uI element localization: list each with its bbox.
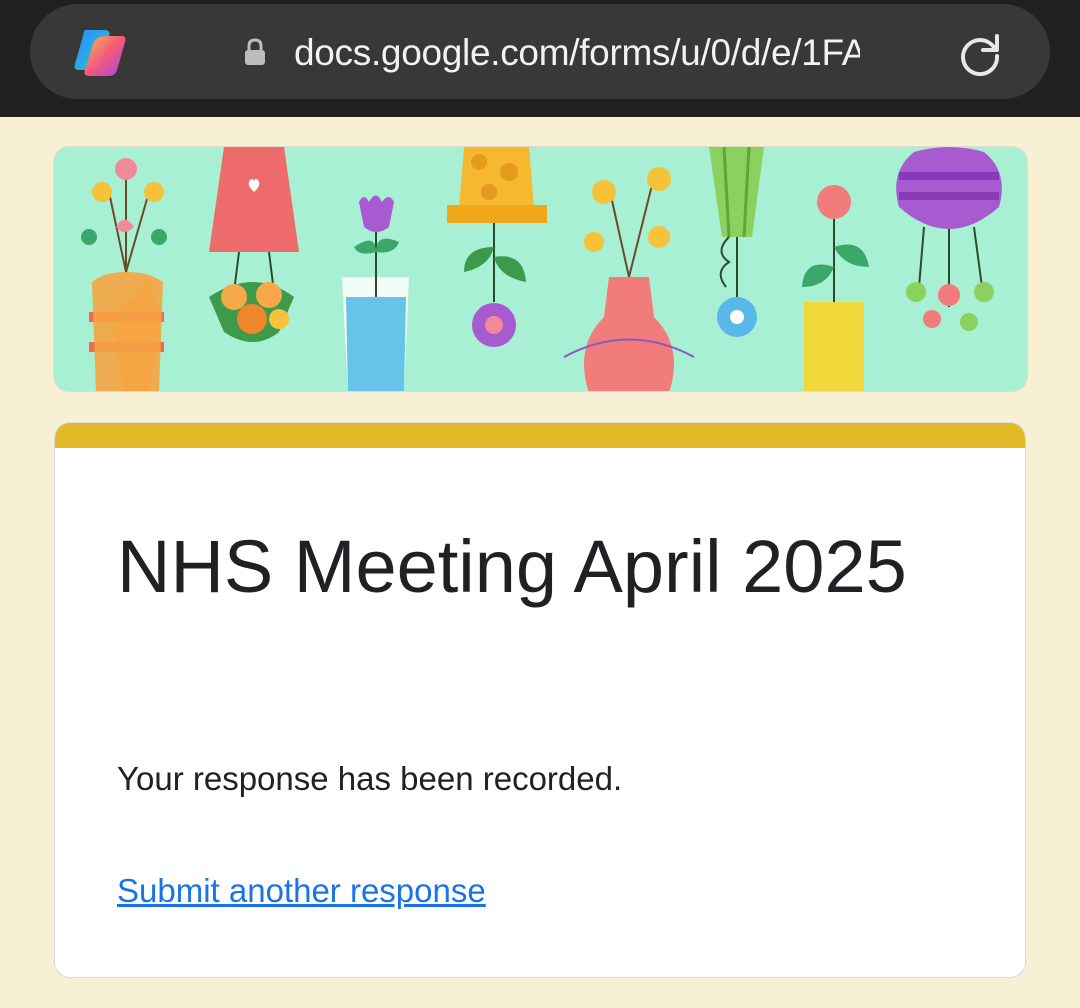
copilot-logo-icon[interactable] [71,24,129,82]
confirmation-card: NHS Meeting April 2025 Your response has… [54,422,1026,978]
browser-toolbar: docs.google.com/forms/u/0/d/e/1FA [0,0,1080,117]
card-accent-bar [55,423,1025,448]
confirmation-message: Your response has been recorded. [117,760,623,797]
red-lampshade-illustration [209,147,299,342]
form-header-image [53,146,1028,392]
lock-icon [245,38,265,65]
reload-icon[interactable] [954,28,1006,80]
submit-another-response-link[interactable]: Submit another response [117,869,486,913]
form-title: NHS Meeting April 2025 [117,525,907,608]
flowers-in-vases-header-image [54,147,1027,391]
url-text[interactable]: docs.google.com/forms/u/0/d/e/1FA [294,31,860,75]
address-bar[interactable]: docs.google.com/forms/u/0/d/e/1FA [30,4,1050,99]
